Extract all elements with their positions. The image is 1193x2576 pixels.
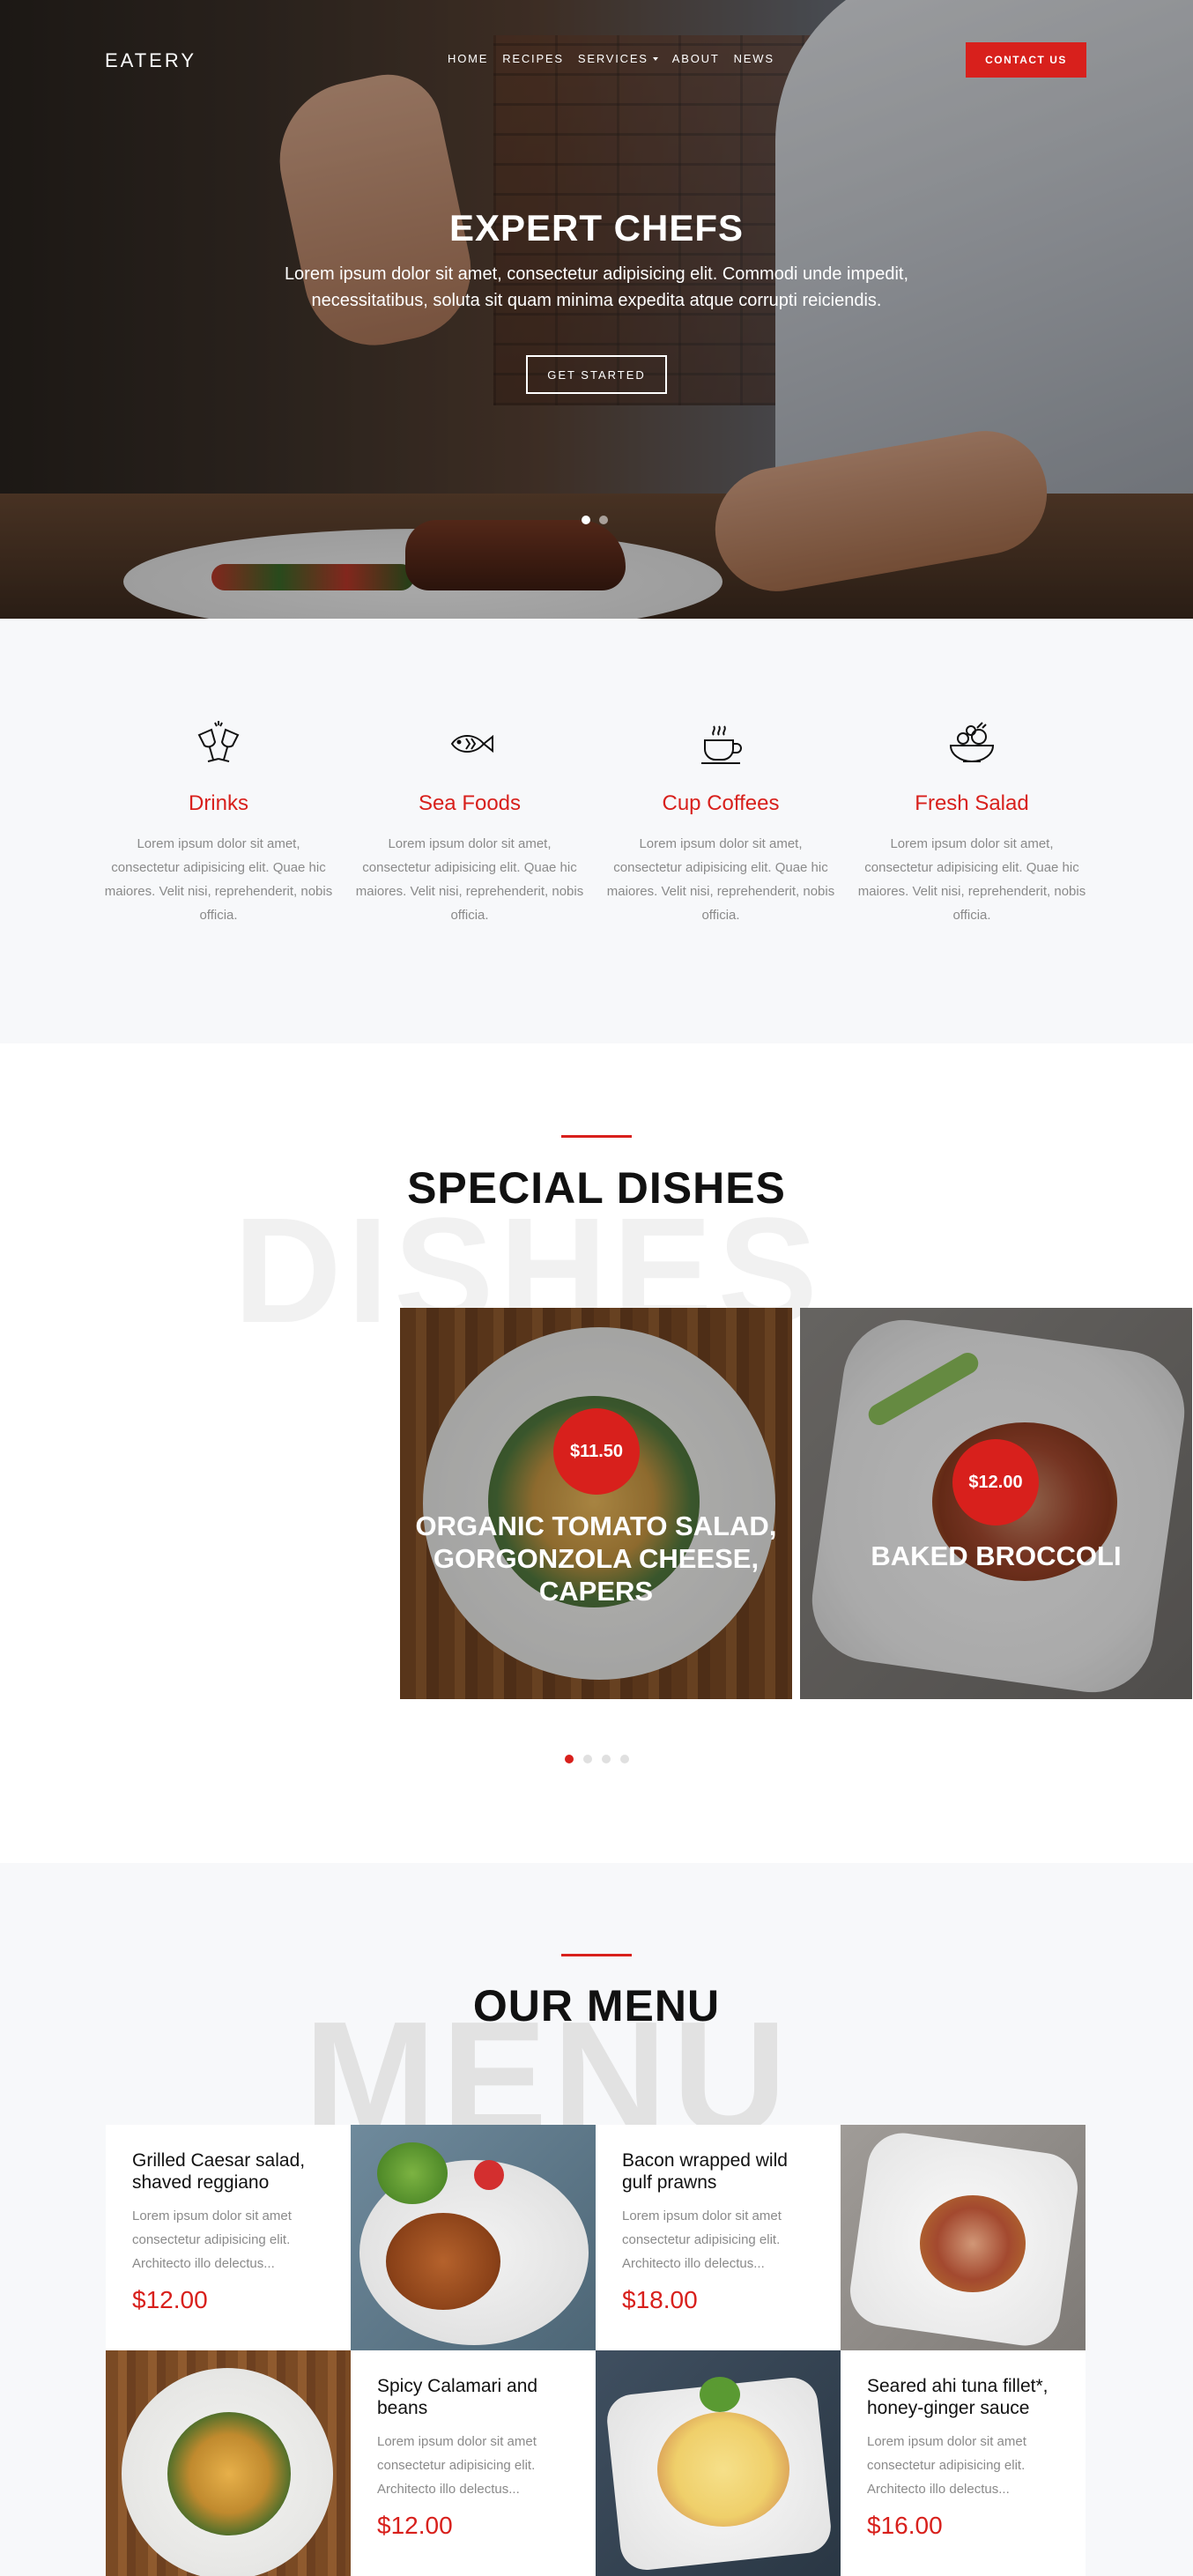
menu-item-photo[interactable] (351, 2125, 596, 2350)
menu-item-photo[interactable] (106, 2350, 351, 2576)
dish-card[interactable]: $12.00 BAKED BROCCOLI (800, 1308, 1192, 1699)
wine-glasses-icon (197, 721, 240, 762)
menu-item-description: Lorem ipsum dolor sit amet consectetur a… (377, 2434, 537, 2497)
menu-item-name: Grilled Caesar salad, shaved reggiano (132, 2150, 306, 2193)
menu-item[interactable]: Bacon wrapped wild gulf prawns Lorem ips… (596, 2125, 841, 2350)
dishes-slider-dot[interactable] (602, 1755, 611, 1763)
main-nav: HOME RECIPES SERVICES ABOUT NEWS (448, 52, 774, 65)
hero-slider-dot[interactable] (582, 516, 590, 524)
features-section: Drinks Lorem ipsum dolor sit amet, conse… (0, 619, 1193, 1043)
menu-item-price: $12.00 (132, 2286, 208, 2313)
contact-us-button[interactable]: CONTACT US (966, 42, 1086, 78)
nav-item-home[interactable]: HOME (448, 52, 488, 65)
feature-title: Fresh Salad (915, 791, 1029, 815)
nav-item-recipes[interactable]: RECIPES (502, 52, 564, 65)
our-menu-section: MENU OUR MENU Grilled Caesar salad, shav… (0, 1863, 1193, 2576)
brand-logo[interactable]: EATERY (105, 49, 196, 72)
dish-price-badge: $12.00 (952, 1439, 1039, 1526)
coffee-cup-icon (701, 725, 742, 764)
menu-item[interactable]: Seared ahi tuna fillet*, honey-ginger sa… (841, 2350, 1086, 2576)
menu-item-name: Bacon wrapped wild gulf prawns (622, 2150, 788, 2193)
feature-text: Lorem ipsum dolor sit amet, consectetur … (857, 836, 1086, 923)
section-title: SPECIAL DISHES (407, 1163, 786, 1213)
hero-title: EXPERT CHEFS (448, 207, 745, 249)
feature-title: Sea Foods (418, 791, 522, 815)
special-dishes-section: DISHES SPECIAL DISHES $11.50 ORGANIC TOM… (0, 1043, 1193, 1863)
hero-subtitle: Lorem ipsum dolor sit amet, consectetur … (284, 264, 909, 310)
feature-fresh-salad: Fresh Salad Lorem ipsum dolor sit amet, … (857, 716, 1086, 927)
menu-item-price: $12.00 (377, 2512, 453, 2539)
menu-item-photo[interactable] (841, 2125, 1086, 2350)
hero-section: EATERY HOME RECIPES SERVICES ABOUT NEWS … (0, 0, 1193, 619)
menu-item-name: Seared ahi tuna fillet*, honey-ginger sa… (867, 2376, 1049, 2418)
dish-name: ORGANIC TOMATO SALAD, GORGONZOLA CHEESE,… (415, 1511, 777, 1607)
chevron-down-icon (652, 56, 658, 61)
feature-text: Lorem ipsum dolor sit amet, consectetur … (104, 836, 333, 923)
menu-item-photo[interactable] (596, 2350, 841, 2576)
dish-card[interactable]: $11.50 ORGANIC TOMATO SALAD, GORGONZOLA … (400, 1308, 792, 1699)
menu-item-price: $16.00 (867, 2512, 943, 2539)
dish-name: BAKED BROCCOLI (871, 1540, 1122, 1571)
section-title: OUR MENU (472, 1981, 721, 2030)
nav-item-news[interactable]: NEWS (734, 52, 774, 65)
feature-title: Drinks (188, 791, 248, 815)
section-divider (561, 1135, 632, 1138)
fish-icon (450, 734, 493, 753)
dishes-slider-dot[interactable] (620, 1755, 629, 1763)
menu-item[interactable]: Spicy Calamari and beans Lorem ipsum dol… (351, 2350, 596, 2576)
feature-sea-foods: Sea Foods Lorem ipsum dolor sit amet, co… (355, 716, 584, 927)
nav-item-services-label: SERVICES (577, 52, 648, 65)
menu-item-description: Lorem ipsum dolor sit amet consectetur a… (622, 2209, 782, 2271)
menu-item[interactable]: Grilled Caesar salad, shaved reggiano Lo… (106, 2125, 351, 2350)
feature-cup-coffees: Cup Coffees Lorem ipsum dolor sit amet, … (606, 716, 835, 927)
dishes-slider-dot[interactable] (583, 1755, 592, 1763)
hero-slider-dot[interactable] (599, 516, 608, 524)
feature-title: Cup Coffees (662, 791, 780, 815)
salad-bowl-icon (949, 722, 995, 762)
nav-item-services[interactable]: SERVICES (578, 52, 658, 65)
feature-text: Lorem ipsum dolor sit amet, consectetur … (355, 836, 584, 923)
feature-text: Lorem ipsum dolor sit amet, consectetur … (606, 836, 835, 923)
nav-item-about[interactable]: ABOUT (672, 52, 720, 65)
dishes-slider-dots (565, 1755, 629, 1763)
menu-item-description: Lorem ipsum dolor sit amet consectetur a… (867, 2434, 1026, 2497)
menu-item-description: Lorem ipsum dolor sit amet consectetur a… (132, 2209, 292, 2271)
get-started-button[interactable]: GET STARTED (526, 355, 667, 394)
dish-price-badge: $11.50 (553, 1408, 640, 1495)
dishes-slider-dot[interactable] (565, 1755, 574, 1763)
menu-item-name: Spicy Calamari and beans (377, 2376, 538, 2418)
menu-item-price: $18.00 (622, 2286, 698, 2313)
feature-drinks: Drinks Lorem ipsum dolor sit amet, conse… (104, 716, 333, 927)
section-divider (561, 1954, 632, 1956)
hero-slider-dots (582, 516, 608, 524)
